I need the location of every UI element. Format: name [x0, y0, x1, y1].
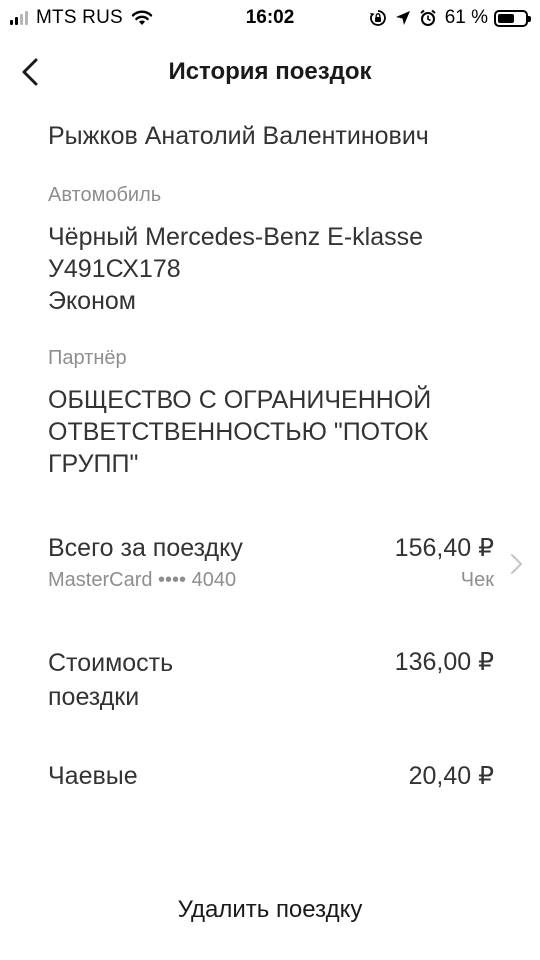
- cost-label: Стоимость поездки: [48, 649, 174, 711]
- partner-name: ОБЩЕСТВО С ОГРАНИЧЕННОЙ ОТВЕТСТВЕННОСТЬЮ…: [48, 386, 432, 478]
- delete-trip-button[interactable]: Удалить поездку: [0, 896, 540, 924]
- car-class: Эконом: [48, 287, 136, 315]
- driver-name: Рыжков Анатолий Валентинович: [48, 122, 429, 150]
- navigation-bar: История поездок: [0, 48, 540, 96]
- tips-amount: 20,40 ₽: [408, 762, 494, 790]
- tips-label: Чаевые: [48, 762, 138, 790]
- car-model: Чёрный Mercedes-Benz E-klasse: [48, 223, 424, 251]
- partner-label: Партнёр: [48, 347, 127, 369]
- status-bar: MTS RUS 16:02 61 %: [0, 0, 540, 36]
- receipt-link[interactable]: Чек: [461, 569, 494, 592]
- alarm-icon: [420, 9, 436, 26]
- battery-level: [498, 13, 514, 23]
- location-arrow-icon: [395, 11, 410, 25]
- rotation-lock-icon: [369, 10, 386, 26]
- total-row[interactable]: Всего за поездку 156,40 ₽ MasterCard •••…: [48, 532, 494, 596]
- status-bar-right: 61 %: [361, 7, 531, 29]
- battery-percent: 61 %: [444, 7, 488, 28]
- total-amount: 156,40 ₽: [394, 534, 494, 562]
- payment-card: MasterCard •••• 4040: [48, 569, 237, 591]
- cost-amount: 136,00 ₽: [394, 648, 494, 676]
- chevron-right-icon[interactable]: [508, 552, 524, 576]
- car-plate: У491СХ178: [48, 255, 181, 283]
- total-label: Всего за поездку: [48, 534, 243, 562]
- page-title: История поездок: [168, 58, 372, 85]
- battery-icon: [494, 9, 531, 27]
- car-label: Автомобиль: [48, 184, 162, 206]
